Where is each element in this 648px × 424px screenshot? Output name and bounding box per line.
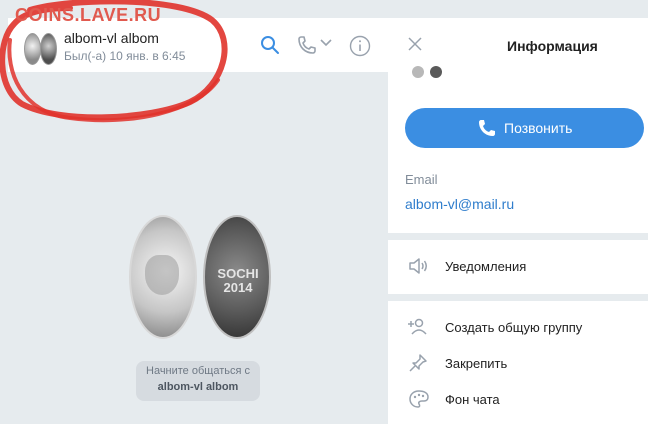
watermark: COINS.LAVE.RU [15,5,162,25]
email-link[interactable]: albom-vl@mail.ru [405,196,514,212]
info-panel: Информация Позвонить Email albom-vl@mail… [388,18,648,424]
actions-block: Создать общую группу Закрепить Фон чата [388,301,648,424]
start-chat-hint-name: albom-vl albom [157,381,239,393]
palette-icon [409,390,429,408]
phone-icon[interactable] [297,35,317,55]
menu-item-label: Уведомления [445,259,527,274]
info-icon[interactable] [349,35,371,57]
call-button[interactable]: Позвонить [405,108,644,148]
notifications-block: Уведомления [388,240,648,294]
start-chat-hint: Начните общаться с albom-vl albom [136,361,260,401]
start-chat-hint-line: Начните общаться с [146,365,250,377]
phone-icon [479,120,495,136]
email-label: Email [405,172,438,187]
chevron-down-icon[interactable] [320,38,332,48]
info-main-block: Информация Позвонить Email albom-vl@mail… [388,18,648,233]
contact-mini-avatar [412,66,442,78]
call-button-label: Позвонить [504,120,573,136]
conversation-avatar: SOCHI 2014 [123,207,271,350]
pin-icon [409,354,427,372]
close-icon[interactable] [408,37,422,51]
menu-item-label: Создать общую группу [445,320,583,335]
add-user-icon [408,318,427,335]
panel-title: Информация [507,38,598,54]
search-icon[interactable] [260,35,280,55]
coin-reverse-image: SOCHI 2014 [203,215,271,339]
menu-item-label: Фон чата [445,392,500,407]
eagle-emblem-icon [145,255,179,295]
coin-obverse-image [129,215,197,339]
speaker-icon [409,258,427,274]
coin-text: SOCHI 2014 [217,266,259,295]
menu-item-label: Закрепить [445,356,508,371]
